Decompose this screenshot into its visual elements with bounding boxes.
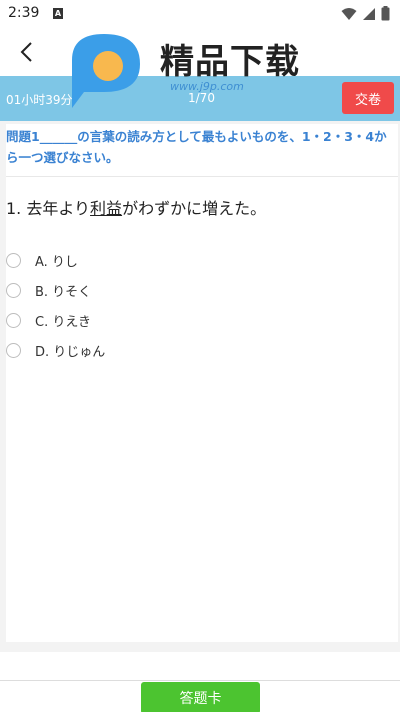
answer-options: A. りし B. りそく C. りえき D. りじゅん <box>6 245 105 365</box>
signal-icon <box>363 7 375 20</box>
watermark-url: www.j9p.com <box>170 80 244 93</box>
option-label: B. りそく <box>35 284 92 300</box>
status-time: 2:39 <box>8 5 40 21</box>
status-bar: 2:39 A <box>0 0 400 28</box>
question-instruction: 問題1______の言葉の読み方として最もよいものを、1・2・3・4から一つ選び… <box>6 129 387 165</box>
radio-button[interactable] <box>6 282 21 298</box>
battery-icon <box>381 6 390 21</box>
app-notification-icon: A <box>53 8 63 19</box>
footer-divider <box>0 680 400 681</box>
back-button[interactable] <box>10 36 42 68</box>
question-prefix: 1. 去年より <box>6 199 91 218</box>
watermark-logo-icon <box>72 34 140 108</box>
option-c[interactable]: C. りえき <box>6 305 105 335</box>
watermark: 精品下载 www.j9p.com <box>62 30 362 110</box>
option-label: A. りし <box>35 254 78 270</box>
option-label: C. りえき <box>35 314 91 330</box>
option-b[interactable]: B. りそく <box>6 275 105 305</box>
radio-button[interactable] <box>6 342 21 358</box>
radio-button[interactable] <box>6 252 21 268</box>
watermark-brand-text: 精品下载 <box>160 42 300 82</box>
option-label: D. りじゅん <box>35 344 106 360</box>
status-icons <box>341 6 390 21</box>
question-suffix: がわずかに増えた。 <box>122 199 267 218</box>
radio-button[interactable] <box>6 312 21 328</box>
answer-card-button[interactable]: 答题卡 <box>141 682 260 712</box>
option-d[interactable]: D. りじゅん <box>6 335 105 365</box>
question-text: 1. 去年より利益がわずかに増えた。 <box>6 195 266 219</box>
instruction-divider <box>6 176 398 177</box>
wifi-icon <box>341 7 357 20</box>
chevron-left-icon <box>20 42 32 62</box>
option-a[interactable]: A. りし <box>6 245 105 275</box>
question-keyword: 利益 <box>90 199 123 218</box>
